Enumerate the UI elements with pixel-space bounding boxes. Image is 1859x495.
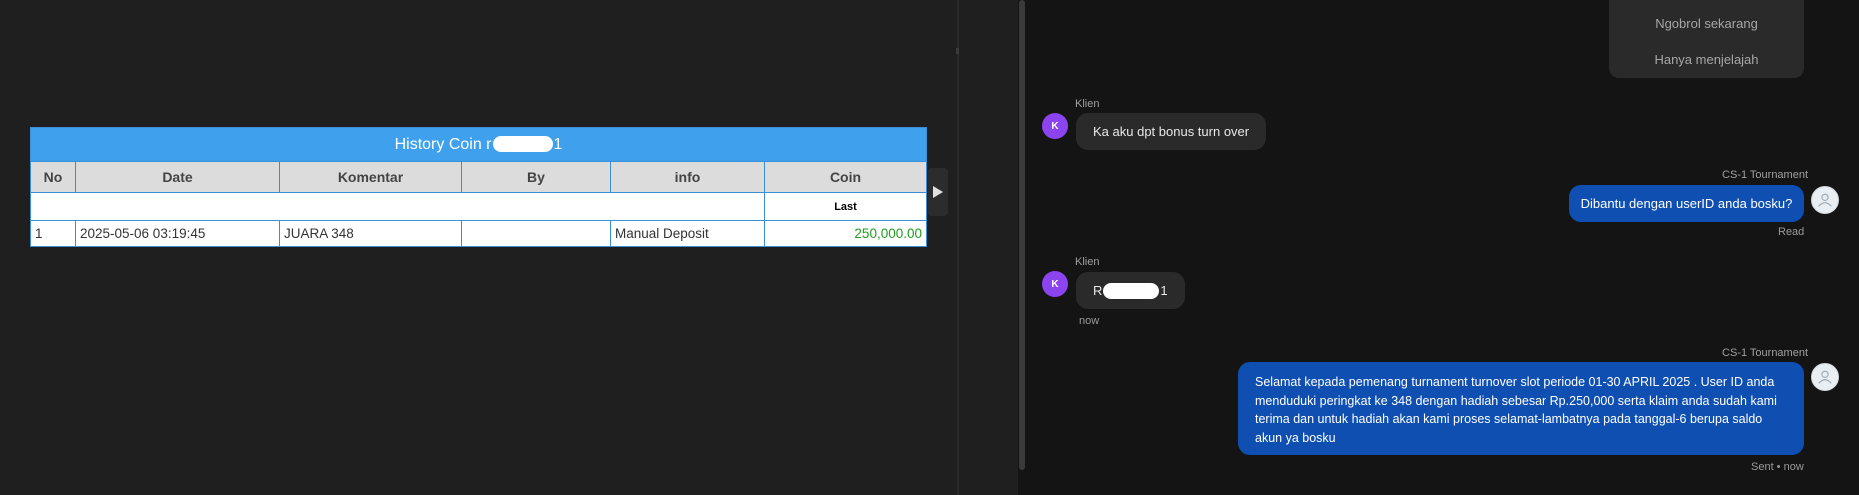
outgoing-message-bubble: Dibantu dengan userID anda bosku? <box>1569 185 1804 222</box>
message-time: now <box>1079 315 1100 327</box>
column-header-coin[interactable]: Coin <box>764 161 927 193</box>
client-avatar: K <box>1042 271 1068 297</box>
message-line: terima dan untuk hadiah akan kami proses… <box>1255 412 1763 426</box>
cell-info: Manual Deposit <box>610 220 765 247</box>
cell-coin: 250,000.00 <box>764 220 927 247</box>
message-status: Sent • now <box>1751 461 1804 473</box>
sender-label: Klien <box>1075 256 1100 268</box>
incoming-message-bubble: Ka aku dpt bonus turn over <box>1076 113 1267 150</box>
cell-by <box>461 220 611 247</box>
message-text: Ka aku dpt bonus turn over <box>1093 124 1250 139</box>
divider-handle[interactable] <box>956 48 959 54</box>
client-avatar: K <box>1042 113 1068 139</box>
agent-avatar-icon <box>1811 363 1839 391</box>
column-header-komentar[interactable]: Komentar <box>279 161 462 193</box>
table-subheader-row: Last <box>30 192 927 221</box>
redacted-user-id <box>1103 282 1160 299</box>
chat-scrollbar[interactable] <box>1019 0 1025 470</box>
table-title: History Coin r 1 <box>30 127 927 162</box>
option-just-browsing[interactable]: Hanya menjelajah <box>1609 52 1804 67</box>
subheader-last: Last <box>764 192 927 221</box>
message-text-prefix: R <box>1093 283 1103 298</box>
message-status: Read <box>1778 226 1805 238</box>
column-header-by[interactable]: By <box>461 161 611 193</box>
pane-divider[interactable] <box>957 0 959 495</box>
table-row: 1 2025-05-06 03:19:45 JUARA 348 Manual D… <box>30 220 927 247</box>
collapse-panel-button[interactable] <box>928 168 948 216</box>
column-header-info[interactable]: info <box>610 161 765 193</box>
table-title-prefix: History Coin r <box>394 135 492 153</box>
sender-label: Klien <box>1075 98 1100 110</box>
outgoing-message-bubble: Selamat kepada pemenang turnament turnov… <box>1238 362 1804 455</box>
agent-sender-label: CS-1 Tournament <box>1722 347 1809 359</box>
play-right-icon <box>933 186 943 198</box>
option-chat-now[interactable]: Ngobrol sekarang <box>1609 16 1804 31</box>
cell-no: 1 <box>30 220 76 247</box>
message-line: Selamat kepada pemenang turnament turnov… <box>1255 375 1775 389</box>
redacted-username <box>492 136 553 153</box>
cell-date: 2025-05-06 03:19:45 <box>75 220 280 247</box>
history-coin-table: History Coin r 1 No Date Komentar By info… <box>30 127 927 247</box>
table-header-row: No Date Komentar By info Coin <box>30 161 927 193</box>
agent-sender-label: CS-1 Tournament <box>1722 169 1809 181</box>
column-header-no[interactable]: No <box>30 161 76 193</box>
column-header-date[interactable]: Date <box>75 161 280 193</box>
quick-options-card: Ngobrol sekarang Hanya menjelajah <box>1609 0 1804 78</box>
left-pane: History Coin r 1 No Date Komentar By info… <box>0 0 957 495</box>
table-title-suffix: 1 <box>553 135 563 153</box>
message-text: Selamat kepada pemenang turnament turnov… <box>1255 373 1800 447</box>
message-line: akun ya bosku <box>1255 430 1336 445</box>
incoming-message-bubble: R1 <box>1076 272 1185 309</box>
agent-avatar-icon <box>1811 186 1839 214</box>
message-text-suffix: 1 <box>1160 283 1168 298</box>
message-text: Dibantu dengan userID anda bosku? <box>1580 196 1793 211</box>
message-line: menduduki peringkat ke 348 dengan hadiah… <box>1255 393 1777 408</box>
cell-komentar: JUARA 348 <box>279 220 462 247</box>
subheader-empty <box>30 192 765 221</box>
